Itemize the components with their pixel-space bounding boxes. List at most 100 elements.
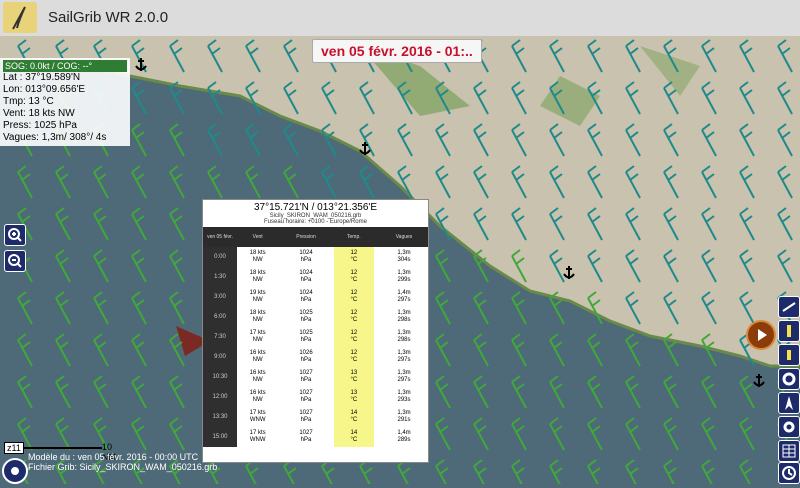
time-cell-line: 12:00	[212, 393, 228, 400]
time-cell-line: 7:30	[214, 333, 226, 340]
pressure-cell: 1024 hPa	[278, 287, 333, 307]
forecast-popup[interactable]: 37°15.721'N / 013°21.356'E Sicily_SKIRON…	[202, 199, 429, 463]
wind-cell-line: 19 kts	[249, 290, 266, 296]
time-cell-line: 15:00	[212, 433, 228, 440]
wind-barb-icon	[245, 123, 261, 157]
zoom-out-icon	[8, 254, 22, 268]
boat-icon	[787, 325, 791, 337]
wind-barb-icon	[321, 165, 337, 199]
time-cell: 10:30	[203, 367, 237, 387]
wind-cell-line: 18 kts	[249, 250, 266, 256]
table-button[interactable]	[778, 440, 800, 462]
anchor-icon	[560, 264, 578, 287]
time-cell-line: 0:00	[214, 253, 226, 260]
pressure-cell-line: hPa	[300, 317, 312, 323]
wind-barb-icon	[169, 123, 185, 157]
clock-button[interactable]	[778, 462, 800, 484]
wind-barb-icon	[93, 291, 109, 325]
pressure-cell-line: hPa	[300, 337, 312, 343]
waves-cell-line: 1,4m	[397, 430, 411, 436]
anchor-icon	[356, 140, 374, 163]
popup-timezone: Fuseau horaire: +0100 - Europe/Rome	[264, 219, 367, 225]
zoom-in-icon	[8, 228, 22, 242]
waves-cell-line: 1,3m	[397, 410, 411, 416]
waves-cell-line: 299s	[397, 277, 411, 283]
forecast-table: ven 05 févr. Vent Pression Temp. Vagues …	[203, 227, 428, 447]
temperature-cell: 12 °C	[333, 307, 374, 327]
temperature-cell-line: °C	[350, 397, 358, 403]
gear-settings-button[interactable]	[778, 416, 800, 438]
pressure-cell: 1027 hPa	[278, 367, 333, 387]
temperature-cell: 14 °C	[333, 427, 374, 447]
layer-toggle-button[interactable]	[778, 296, 800, 318]
wind-barb-icon	[435, 249, 451, 283]
boat-button[interactable]	[778, 320, 800, 342]
temperature-cell: 12 °C	[333, 267, 374, 287]
title-bar: SailGrib WR 2.0.0	[0, 0, 800, 37]
wind-cell-line: 18 kts	[249, 310, 266, 316]
wind-barb-icon	[169, 375, 185, 409]
play-animation-button[interactable]	[746, 320, 776, 350]
time-cell: 1:30	[203, 267, 237, 287]
wind-barb-icon	[511, 375, 527, 409]
wind-barb-icon	[511, 291, 527, 325]
pressure-cell-line: 1026	[299, 350, 313, 356]
wind-barb-icon	[169, 165, 185, 199]
pressure-cell: 1027 hPa	[278, 427, 333, 447]
wind-barb-icon	[473, 417, 489, 451]
wind-barb-icon	[131, 165, 147, 199]
temperature-cell-line: °C	[350, 357, 358, 363]
temperature-cell-line: °C	[350, 317, 358, 323]
wind-barb-icon	[131, 333, 147, 367]
wind-barb-icon	[55, 375, 71, 409]
wind-barb-icon	[17, 165, 33, 199]
wind-barb-icon	[93, 333, 109, 367]
pressure-cell-line: 1024	[299, 290, 313, 296]
wind-text: Vent: 18 kts NW	[3, 108, 75, 119]
pressure-cell-line: 1024	[299, 250, 313, 256]
waves-cell: 1,3m 299s	[380, 267, 428, 287]
waves-cell: 1,3m 297s	[380, 367, 428, 387]
wind-barb-icon	[473, 459, 487, 484]
date-banner[interactable]: ven 05 févr. 2016 - 01:..	[312, 39, 482, 63]
waves-cell-line: 1,3m	[397, 390, 411, 396]
waves-text: Vagues: 1,3m/ 308°/ 4s	[3, 132, 107, 143]
time-cell: 3:00	[203, 287, 237, 307]
settings-button[interactable]	[778, 368, 800, 390]
wind-barb-icon	[587, 375, 603, 409]
pressure-cell-line: hPa	[300, 277, 312, 283]
wind-barb-icon	[625, 375, 641, 409]
pressure-cell-line: 1025	[299, 330, 313, 336]
waves-cell-line: 297s	[397, 377, 411, 383]
wind-barb-icon	[55, 291, 71, 325]
wind-barb-icon	[93, 207, 109, 241]
wind-barb-icon	[93, 165, 109, 199]
wind-cell: 16 kts NW	[237, 367, 278, 387]
waves-cell: 1,3m 304s	[380, 247, 428, 267]
wind-barb-icon	[435, 333, 451, 367]
wind-cell: 16 kts NW	[237, 387, 278, 407]
column-header: Temp.	[333, 227, 374, 247]
wind-barb-icon	[663, 375, 679, 409]
waves-cell-line: 291s	[397, 417, 411, 423]
zoom-out-button[interactable]	[4, 250, 26, 272]
temperature-cell-line: 12	[350, 310, 358, 316]
waves-cell-line: 297s	[397, 357, 411, 363]
zoom-in-button[interactable]	[4, 224, 26, 246]
wind-barb-icon	[473, 333, 489, 367]
position-info-panel: SOG: 0.0kt / COG: --° Lat : 37°19.589'N …	[0, 58, 130, 146]
wind-cell-line: WNW	[249, 437, 266, 443]
time-cell: 12:00	[203, 387, 237, 407]
waves-cell-line: 1,3m	[397, 250, 411, 256]
wind-barb-icon	[169, 417, 185, 451]
temperature-cell-line: °C	[350, 437, 358, 443]
wind-barb-icon	[511, 417, 527, 451]
route-button[interactable]	[778, 344, 800, 366]
temperature-cell-line: 13	[350, 390, 358, 396]
pressure-cell: 1025 hPa	[278, 327, 333, 347]
time-cell: 13:30	[203, 407, 237, 427]
time-cell: 15:00	[203, 427, 237, 447]
compass-button[interactable]	[778, 392, 800, 414]
forecast-row: 0:00 18 kts NW 1024 hPa 12 °C 1,3m 304s	[203, 247, 428, 267]
wind-cell-line: 16 kts	[249, 350, 266, 356]
